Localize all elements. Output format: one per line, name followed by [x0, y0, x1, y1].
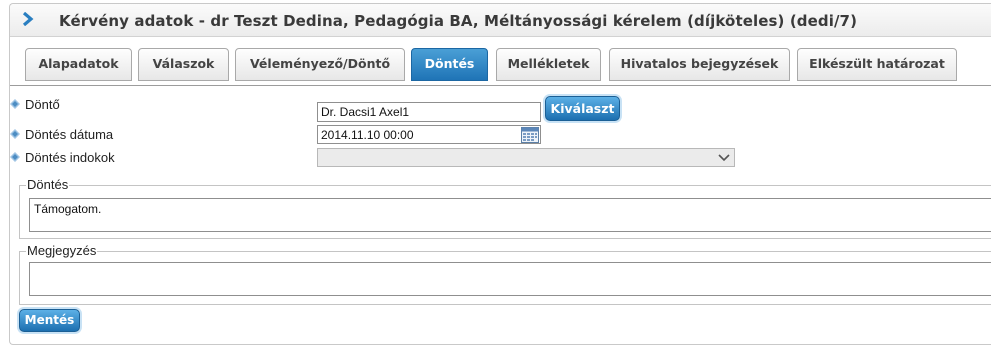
decision-textarea[interactable]: Támogatom. [29, 198, 991, 232]
tab-dontes[interactable]: Döntés [411, 48, 488, 81]
select-decider-button[interactable]: Kiválaszt [545, 96, 620, 121]
tab-alapadatok[interactable]: Alapadatok [25, 48, 132, 81]
save-button[interactable]: Mentés [19, 309, 80, 332]
chevron-right-icon[interactable] [22, 12, 34, 26]
diamond-bullet-icon [10, 152, 20, 162]
decider-label: Döntő [25, 97, 60, 112]
chevron-down-icon [718, 154, 730, 162]
calendar-icon[interactable] [521, 127, 539, 143]
reasons-label: Döntés indokok [25, 150, 115, 165]
date-value: 2014.11.10 00:00 [321, 128, 414, 142]
panel-header: Kérvény adatok - dr Teszt Dedina, Pedagó… [10, 4, 991, 37]
tab-bar: Alapadatok Válaszok Véleményező/Döntő Dö… [10, 37, 991, 86]
tab-velemenyezo-donto[interactable]: Véleményező/Döntő [235, 48, 405, 81]
note-textarea[interactable] [29, 262, 991, 296]
tab-elkeszult-hatarozat[interactable]: Elkészült határozat [797, 48, 957, 81]
decision-legend: Döntés [26, 177, 70, 192]
tab-valaszok[interactable]: Válaszok [138, 48, 229, 81]
reasons-select[interactable] [317, 148, 735, 167]
date-label: Döntés dátuma [25, 127, 114, 142]
date-field[interactable]: 2014.11.10 00:00 [317, 125, 541, 144]
decider-field[interactable]: Dr. Dacsi1 Axel1 [317, 102, 541, 122]
tab-hivatalos-bejegyzesek[interactable]: Hivatalos bejegyzések [609, 48, 790, 81]
diamond-bullet-icon [10, 99, 20, 109]
page-title: Kérvény adatok - dr Teszt Dedina, Pedagó… [59, 12, 858, 30]
note-legend: Megjegyzés [26, 243, 98, 258]
diamond-bullet-icon [10, 129, 20, 139]
tab-mellekletek[interactable]: Mellékletek [496, 48, 601, 81]
